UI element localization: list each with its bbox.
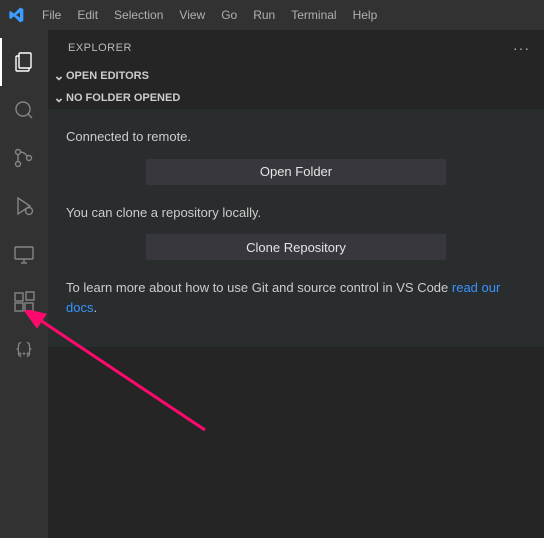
no-folder-section[interactable]: ⌄ NO FOLDER OPENED: [48, 87, 544, 109]
open-editors-label: OPEN EDITORS: [66, 70, 149, 82]
json-outline-icon[interactable]: [0, 326, 48, 374]
open-editors-section[interactable]: ⌄ OPEN EDITORS: [48, 65, 544, 87]
menu-terminal[interactable]: Terminal: [283, 0, 344, 30]
explorer-sidebar: EXPLORER ··· ⌄ OPEN EDITORS ⌄ NO FOLDER …: [48, 30, 544, 538]
extensions-icon[interactable]: [0, 278, 48, 326]
sidebar-title: EXPLORER: [68, 42, 132, 54]
run-debug-icon[interactable]: [0, 182, 48, 230]
remote-explorer-icon[interactable]: [0, 230, 48, 278]
learn-more-text: To learn more about how to use Git and s…: [66, 278, 526, 317]
menu-file[interactable]: File: [34, 0, 69, 30]
menu-selection[interactable]: Selection: [106, 0, 171, 30]
explorer-icon[interactable]: [0, 38, 48, 86]
chevron-down-icon: ⌄: [52, 90, 66, 106]
chevron-down-icon: ⌄: [52, 68, 66, 84]
more-actions-icon[interactable]: ···: [513, 40, 530, 56]
no-folder-panel: Connected to remote. Open Folder You can…: [48, 109, 544, 347]
sidebar-header: EXPLORER ···: [48, 30, 544, 65]
vscode-logo-icon: [8, 7, 24, 23]
clone-text: You can clone a repository locally.: [66, 203, 526, 223]
menu-go[interactable]: Go: [213, 0, 245, 30]
open-folder-button[interactable]: Open Folder: [146, 159, 446, 185]
clone-repository-button[interactable]: Clone Repository: [146, 234, 446, 260]
source-control-icon[interactable]: [0, 134, 48, 182]
learn-prefix: To learn more about how to use Git and s…: [66, 280, 452, 295]
activity-bar: [0, 30, 48, 538]
menu-run[interactable]: Run: [245, 0, 283, 30]
learn-suffix: .: [93, 300, 97, 315]
no-folder-label: NO FOLDER OPENED: [66, 92, 180, 104]
menu-edit[interactable]: Edit: [69, 0, 106, 30]
search-icon[interactable]: [0, 86, 48, 134]
connected-text: Connected to remote.: [66, 127, 526, 147]
menu-help[interactable]: Help: [345, 0, 386, 30]
menu-bar: File Edit Selection View Go Run Terminal…: [34, 0, 385, 30]
title-bar: File Edit Selection View Go Run Terminal…: [0, 0, 544, 30]
menu-view[interactable]: View: [171, 0, 213, 30]
